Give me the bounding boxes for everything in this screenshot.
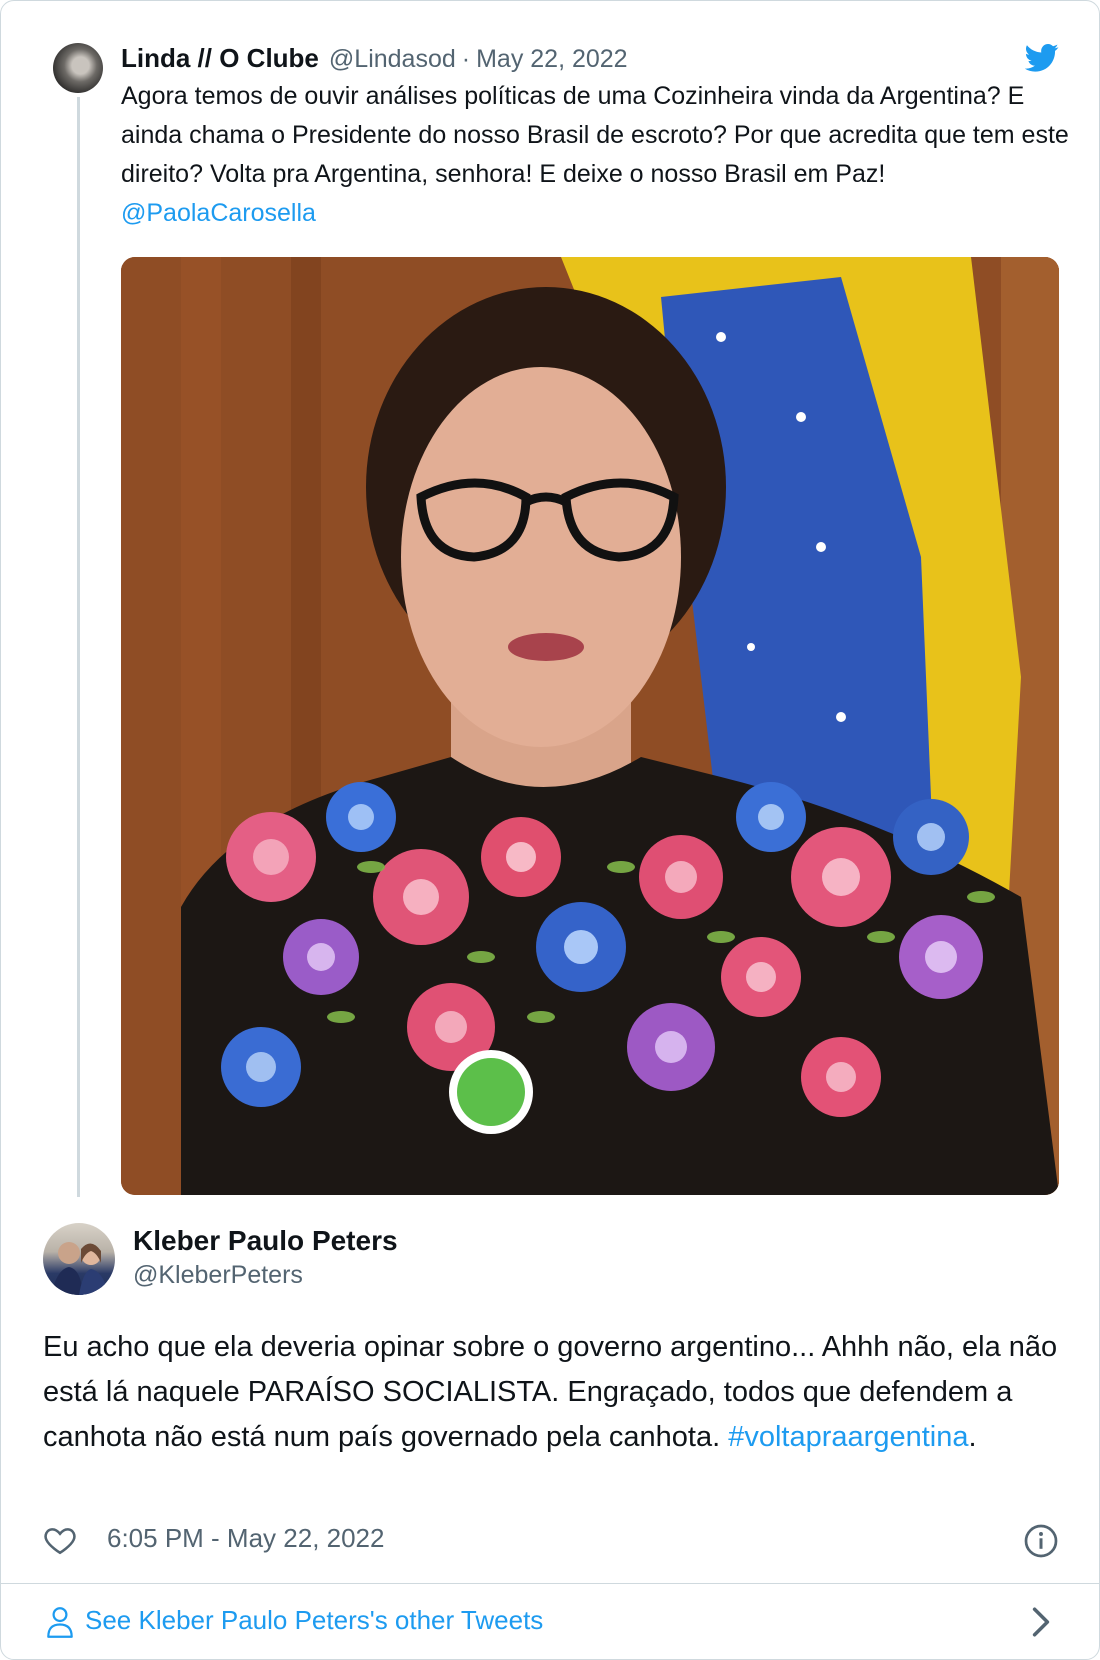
parent-author-name[interactable]: Linda // O Clube — [121, 43, 319, 74]
reply-author-name[interactable]: Kleber Paulo Peters — [133, 1225, 398, 1257]
twitter-bird-icon[interactable] — [1025, 43, 1059, 73]
reply-author-handle[interactable]: @KleberPeters — [133, 1261, 303, 1290]
parent-author-avatar[interactable] — [53, 43, 103, 93]
mention-link[interactable]: @PaolaCarosella — [121, 199, 316, 227]
parent-tweet-header: Linda // O Clube @Lindasod · May 22, 202… — [121, 43, 1051, 77]
reply-trailing-punctuation: . — [968, 1421, 977, 1453]
reply-author-avatar[interactable] — [43, 1223, 115, 1295]
hashtag-link[interactable]: #voltapraargentina — [728, 1421, 968, 1453]
reply-tweet-text: Eu acho que ela deveria opinar sobre o g… — [43, 1325, 1063, 1460]
info-icon[interactable] — [1023, 1523, 1059, 1559]
parent-tweet-body: Agora temos de ouvir análises políticas … — [121, 82, 1069, 188]
embedded-tweet-card: Linda // O Clube @Lindasod · May 22, 202… — [0, 0, 1100, 1660]
thread-connector-line — [77, 97, 80, 1197]
chevron-right-icon[interactable] — [1031, 1606, 1051, 1638]
photo-illustration — [121, 257, 1059, 1195]
parent-tweet-text: Agora temos de ouvir análises políticas … — [121, 77, 1071, 233]
tweet-photo[interactable] — [121, 257, 1059, 1195]
see-other-tweets-link[interactable]: See Kleber Paulo Peters's other Tweets — [1, 1584, 1099, 1659]
tweet-timestamp[interactable]: 6:05 PM - May 22, 2022 — [107, 1523, 384, 1554]
heart-icon[interactable] — [43, 1523, 77, 1557]
tweet-meta-row: 6:05 PM - May 22, 2022 — [43, 1521, 1063, 1561]
person-icon — [47, 1607, 73, 1638]
parent-tweet-date[interactable]: May 22, 2022 — [476, 45, 628, 74]
see-other-tweets-label[interactable]: See Kleber Paulo Peters's other Tweets — [85, 1605, 543, 1636]
parent-author-handle[interactable]: @Lindasod — [329, 45, 456, 74]
header-separator: · — [461, 45, 471, 73]
